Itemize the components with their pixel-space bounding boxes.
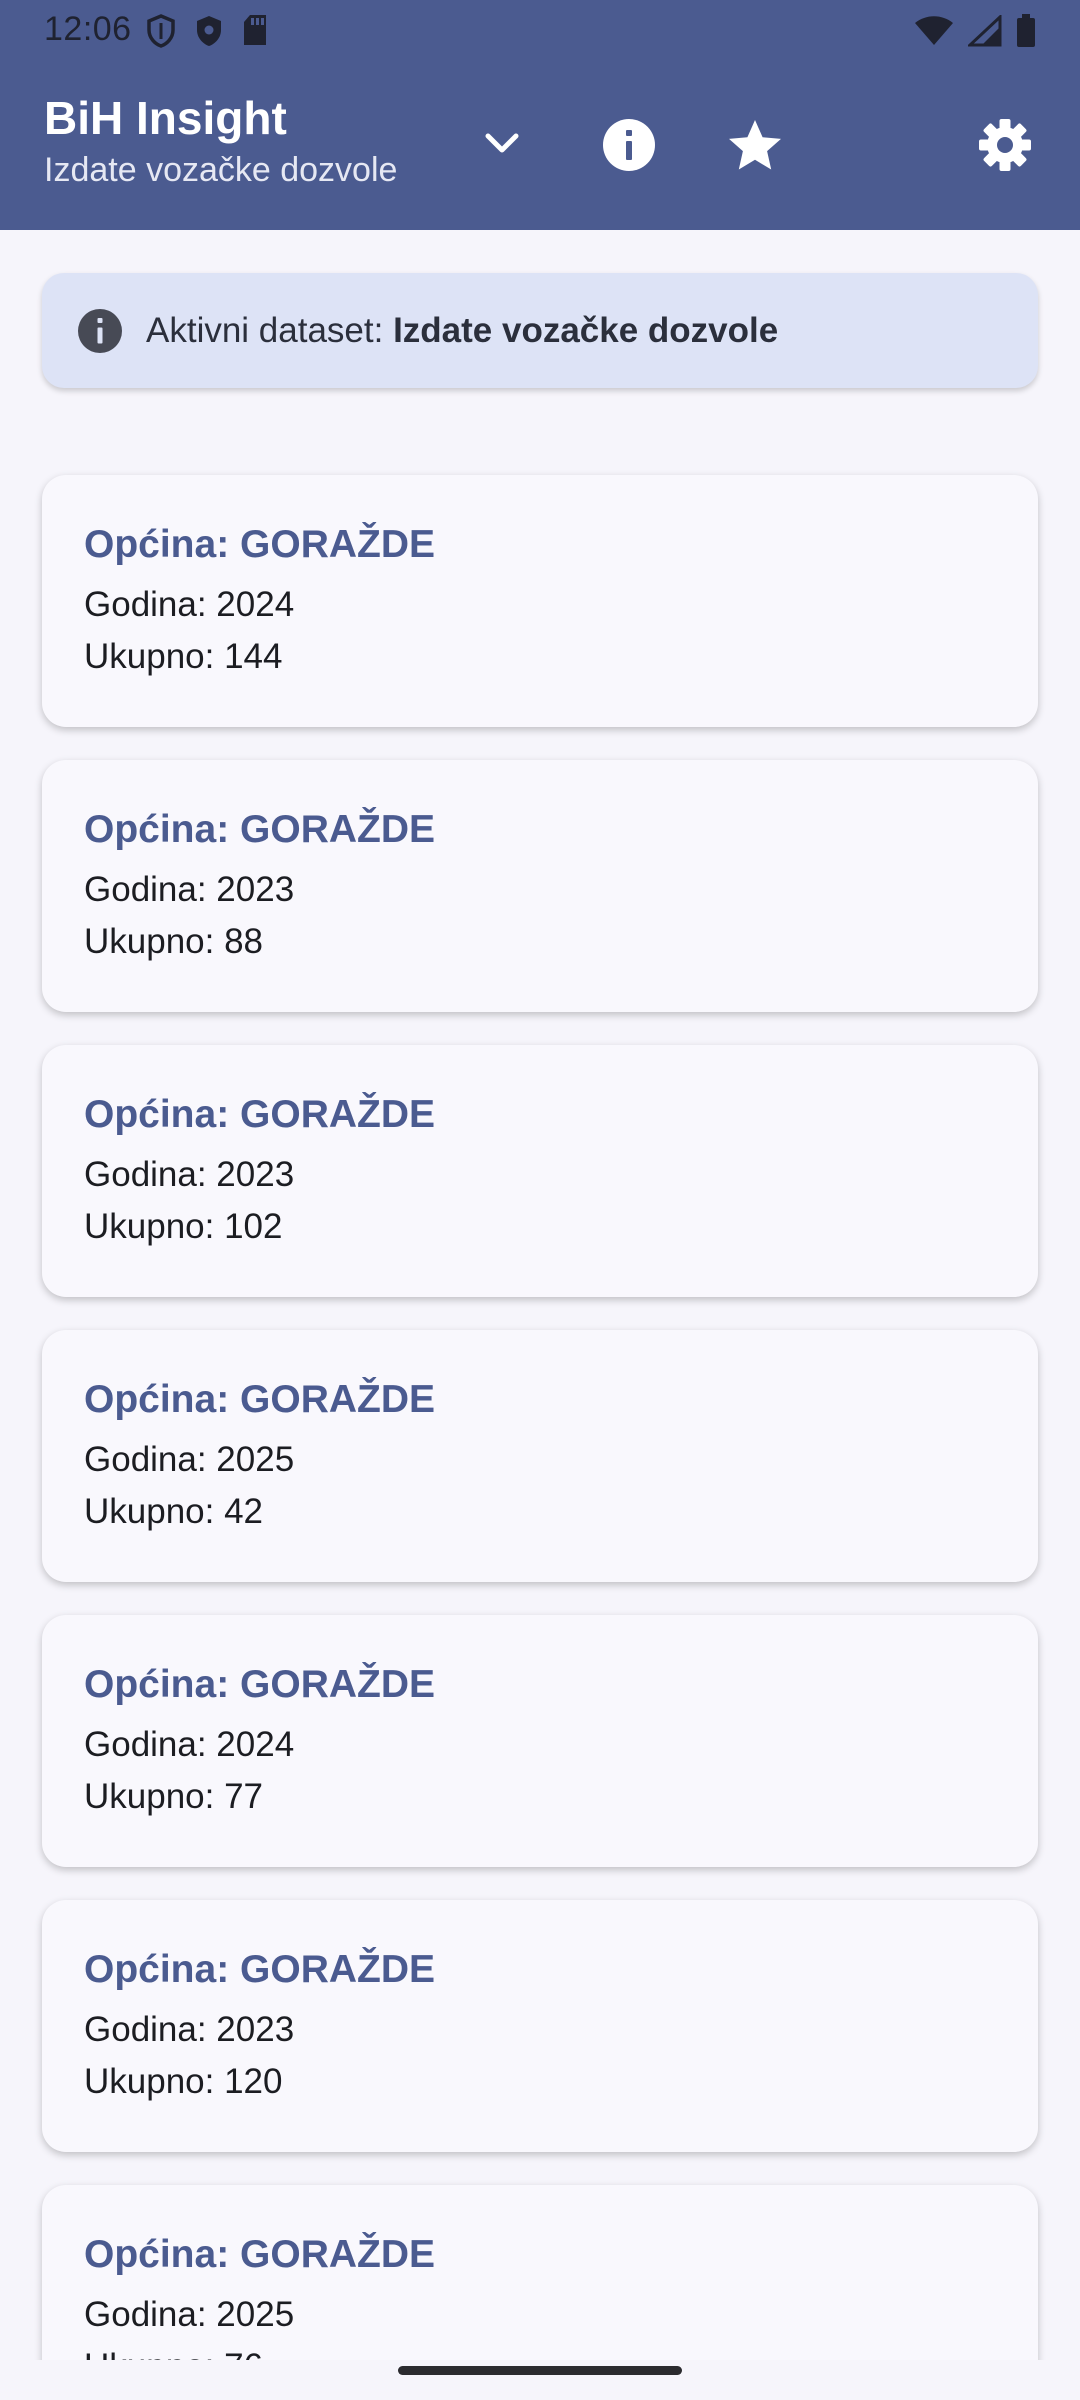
gesture-handle[interactable] bbox=[398, 2366, 682, 2375]
active-dataset-text: Aktivni dataset: Izdate vozačke dozvole bbox=[146, 311, 778, 351]
title-block: BiH Insight Izdate vozačke dozvole bbox=[44, 90, 397, 192]
active-dataset-name: Izdate vozačke dozvole bbox=[393, 310, 779, 350]
favorites-button[interactable] bbox=[720, 112, 790, 182]
record-card[interactable]: Općina: GORAŽDE Godina: 2023 Ukupno: 102 bbox=[42, 1045, 1038, 1297]
record-card[interactable]: Općina: GORAŽDE Godina: 2024 Ukupno: 144 bbox=[42, 475, 1038, 727]
active-dataset-banner: Aktivni dataset: Izdate vozačke dozvole bbox=[42, 273, 1038, 388]
battery-icon bbox=[1016, 14, 1036, 48]
card-year: Godina: 2023 bbox=[84, 1155, 295, 1194]
card-year: Godina: 2023 bbox=[84, 870, 295, 909]
info-button[interactable] bbox=[594, 112, 664, 182]
card-municipality: Općina: GORAŽDE bbox=[84, 808, 436, 851]
info-icon bbox=[602, 118, 656, 177]
record-card[interactable]: Općina: GORAŽDE Godina: 2024 Ukupno: 77 bbox=[42, 1615, 1038, 1867]
record-card[interactable]: Općina: GORAŽDE Godina: 2025 Ukupno: 42 bbox=[42, 1330, 1038, 1582]
status-bar: 12:06 bbox=[0, 0, 1080, 62]
record-card[interactable]: Općina: GORAŽDE Godina: 2023 Ukupno: 120 bbox=[42, 1900, 1038, 2152]
status-time: 12:06 bbox=[44, 10, 132, 48]
card-municipality: Općina: GORAŽDE bbox=[84, 1093, 436, 1136]
card-year: Godina: 2025 bbox=[84, 2295, 295, 2334]
card-municipality: Općina: GORAŽDE bbox=[84, 2233, 436, 2276]
screen: 12:06 BiH Insight Izdate vozačke dozvole… bbox=[0, 0, 1080, 2400]
app-title: BiH Insight bbox=[44, 92, 287, 144]
card-municipality: Općina: GORAŽDE bbox=[84, 523, 436, 566]
star-icon bbox=[728, 119, 782, 176]
chevron-down-icon bbox=[484, 132, 520, 161]
card-year: Godina: 2025 bbox=[84, 1440, 295, 1479]
card-municipality: Općina: GORAŽDE bbox=[84, 1378, 436, 1421]
wifi-icon bbox=[914, 15, 954, 47]
record-card[interactable]: Općina: GORAŽDE Godina: 2023 Ukupno: 88 bbox=[42, 760, 1038, 1012]
card-year: Godina: 2024 bbox=[84, 1725, 295, 1764]
card-total: Ukupno: 102 bbox=[84, 1207, 283, 1246]
dataset-dropdown-button[interactable] bbox=[472, 116, 532, 176]
top-app-bar: 12:06 BiH Insight Izdate vozačke dozvole bbox=[0, 0, 1080, 230]
card-total: Ukupno: 77 bbox=[84, 1777, 264, 1816]
card-municipality: Općina: GORAŽDE bbox=[84, 1663, 436, 1706]
sd-card-icon bbox=[242, 14, 268, 48]
settings-button[interactable] bbox=[970, 112, 1040, 182]
active-dataset-prefix: Aktivni dataset: bbox=[146, 310, 394, 350]
gear-icon bbox=[978, 118, 1032, 177]
card-total: Ukupno: 120 bbox=[84, 2062, 283, 2101]
info-icon bbox=[76, 307, 124, 355]
vpn-shield-icon bbox=[146, 14, 176, 48]
card-year: Godina: 2024 bbox=[84, 585, 295, 624]
card-total: Ukupno: 42 bbox=[84, 1492, 264, 1531]
card-municipality: Općina: GORAŽDE bbox=[84, 1948, 436, 1991]
card-total: Ukupno: 144 bbox=[84, 637, 283, 676]
dataset-subtitle: Izdate vozačke dozvole bbox=[44, 151, 398, 189]
card-year: Godina: 2023 bbox=[84, 2010, 295, 2049]
signal-icon bbox=[968, 15, 1002, 47]
card-total: Ukupno: 88 bbox=[84, 922, 264, 961]
security-shield-icon bbox=[194, 14, 224, 48]
